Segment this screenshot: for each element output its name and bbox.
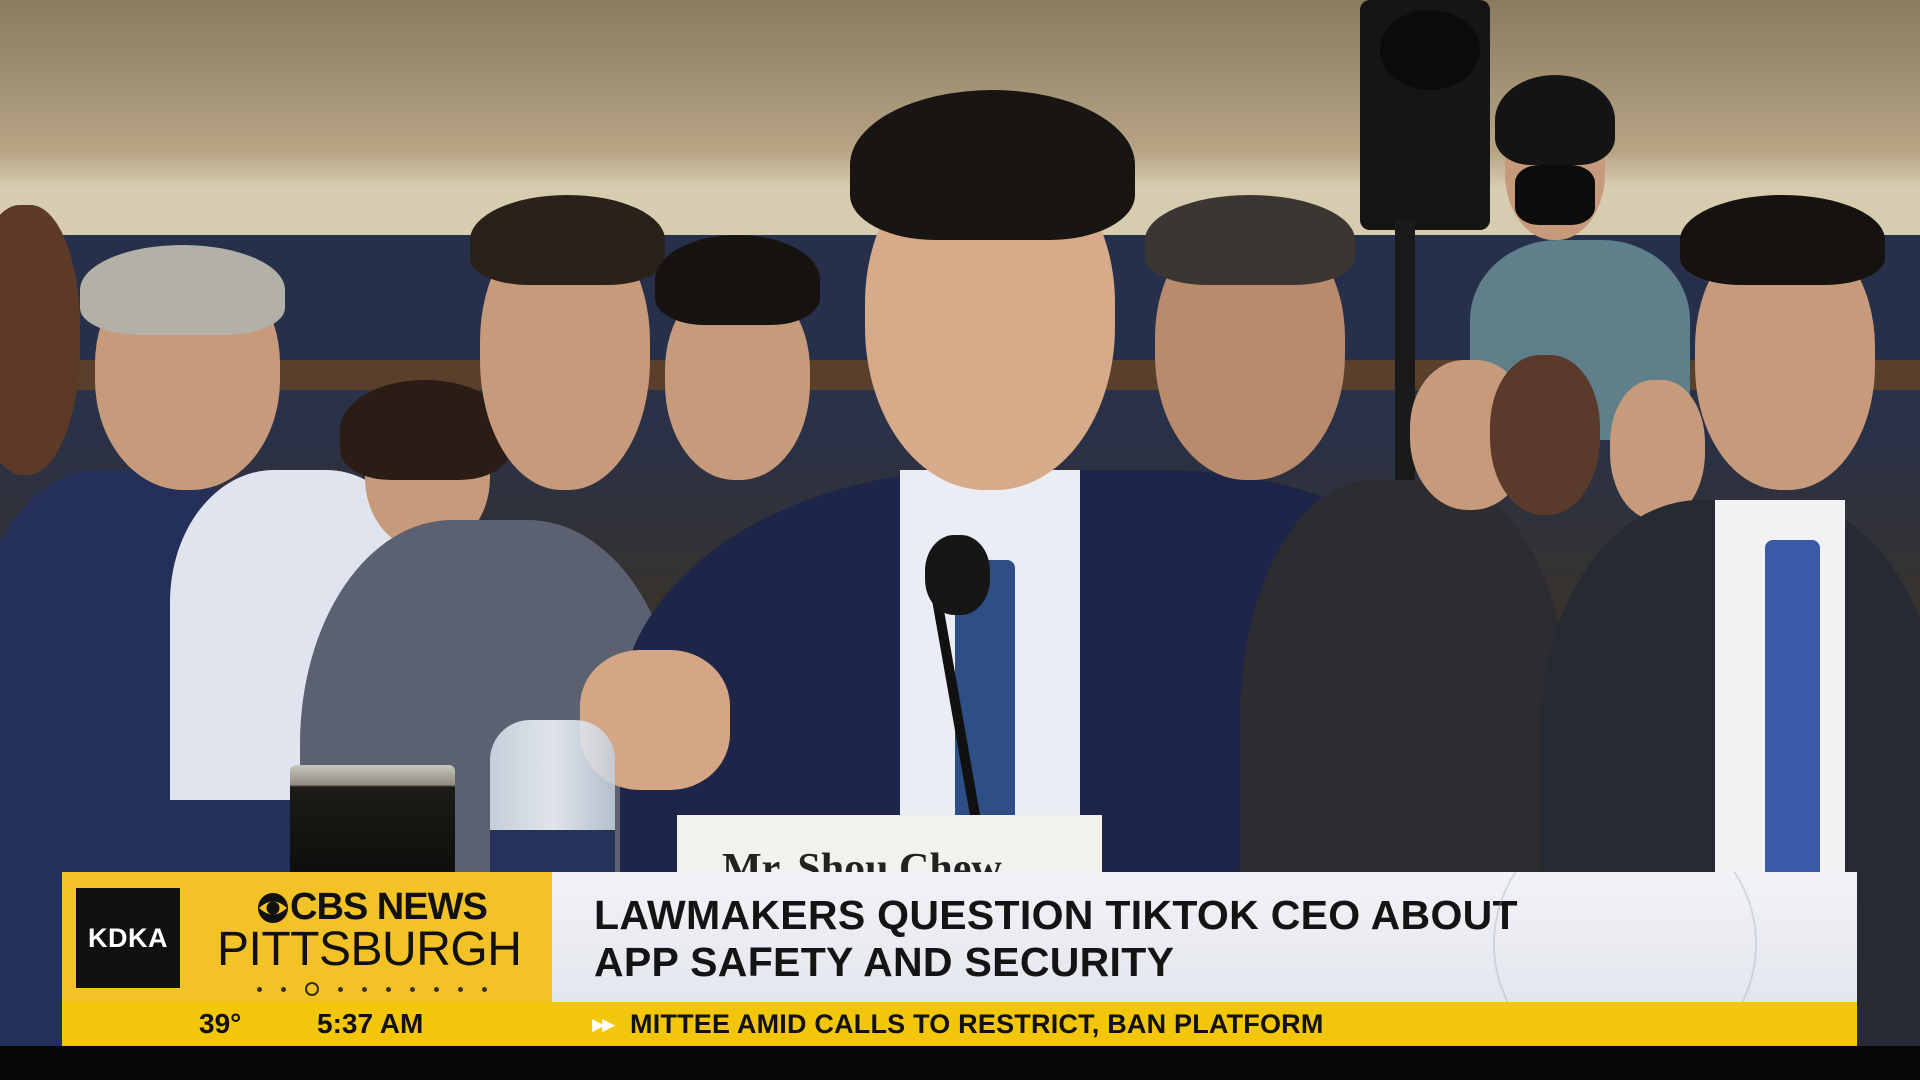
microphone-icon (925, 535, 990, 615)
cbs-eye-icon (258, 893, 288, 923)
camera-lens (1380, 10, 1480, 90)
page-dot (434, 986, 439, 992)
page-dot-active (305, 982, 319, 996)
headline-line-2: APP SAFETY AND SECURITY (594, 939, 1175, 985)
attendee-right-hair (1145, 195, 1355, 285)
tumbler-cup (290, 765, 455, 875)
page-dot (338, 986, 343, 992)
witness-nameplate: Mr. Shou Chew (677, 815, 1102, 892)
page-dot (458, 986, 463, 992)
ticker-arrow-icon: ▶▶ (592, 1015, 615, 1034)
face-mask (1515, 165, 1595, 225)
attendee-bg-head-2 (1490, 355, 1600, 515)
page-dot (386, 986, 391, 992)
letterbox-bar (0, 1046, 1920, 1080)
page-dot (482, 986, 487, 992)
water-bottle-label (490, 830, 615, 875)
headline: LAWMAKERS QUESTION TIKTOK CEO ABOUT APP … (594, 892, 1518, 986)
station-branding: KDKA CBS NEWS PITTSBURGH (62, 872, 552, 1002)
page-dot (362, 986, 367, 992)
headline-line-1: LAWMAKERS QUESTION TIKTOK CEO ABOUT (594, 892, 1518, 938)
attendee-beard-hair (470, 195, 665, 285)
kdka-logo: KDKA (76, 888, 180, 988)
city-wordmark: PITTSBURGH (217, 923, 522, 976)
temperature: 39° (199, 1008, 242, 1039)
camera-operator-hair (1495, 75, 1615, 165)
attendee-bg-head-3 (1610, 380, 1705, 520)
page-dot (410, 986, 415, 992)
page-dot (257, 986, 262, 992)
attendee-glasses-hair (655, 235, 820, 325)
news-ticker: 39° 5:37 AM ▶▶ MITTEE AMID CALLS TO REST… (62, 1002, 1857, 1046)
ticker-text: MITTEE AMID CALLS TO RESTRICT, BAN PLATF… (630, 1009, 1324, 1039)
page-indicator (257, 982, 527, 996)
lower-third: KDKA CBS NEWS PITTSBURGH LAWMAKERS QUEST… (62, 872, 1857, 1046)
witness-hair (850, 90, 1135, 240)
kdka-logo-text: KDKA (88, 922, 168, 953)
headline-panel: LAWMAKERS QUESTION TIKTOK CEO ABOUT APP … (552, 872, 1857, 1002)
page-dot (281, 986, 286, 992)
clock-time: 5:37 AM (317, 1008, 424, 1039)
attendee-grey-hair (80, 245, 285, 335)
attendee-farright-hair (1680, 195, 1885, 285)
